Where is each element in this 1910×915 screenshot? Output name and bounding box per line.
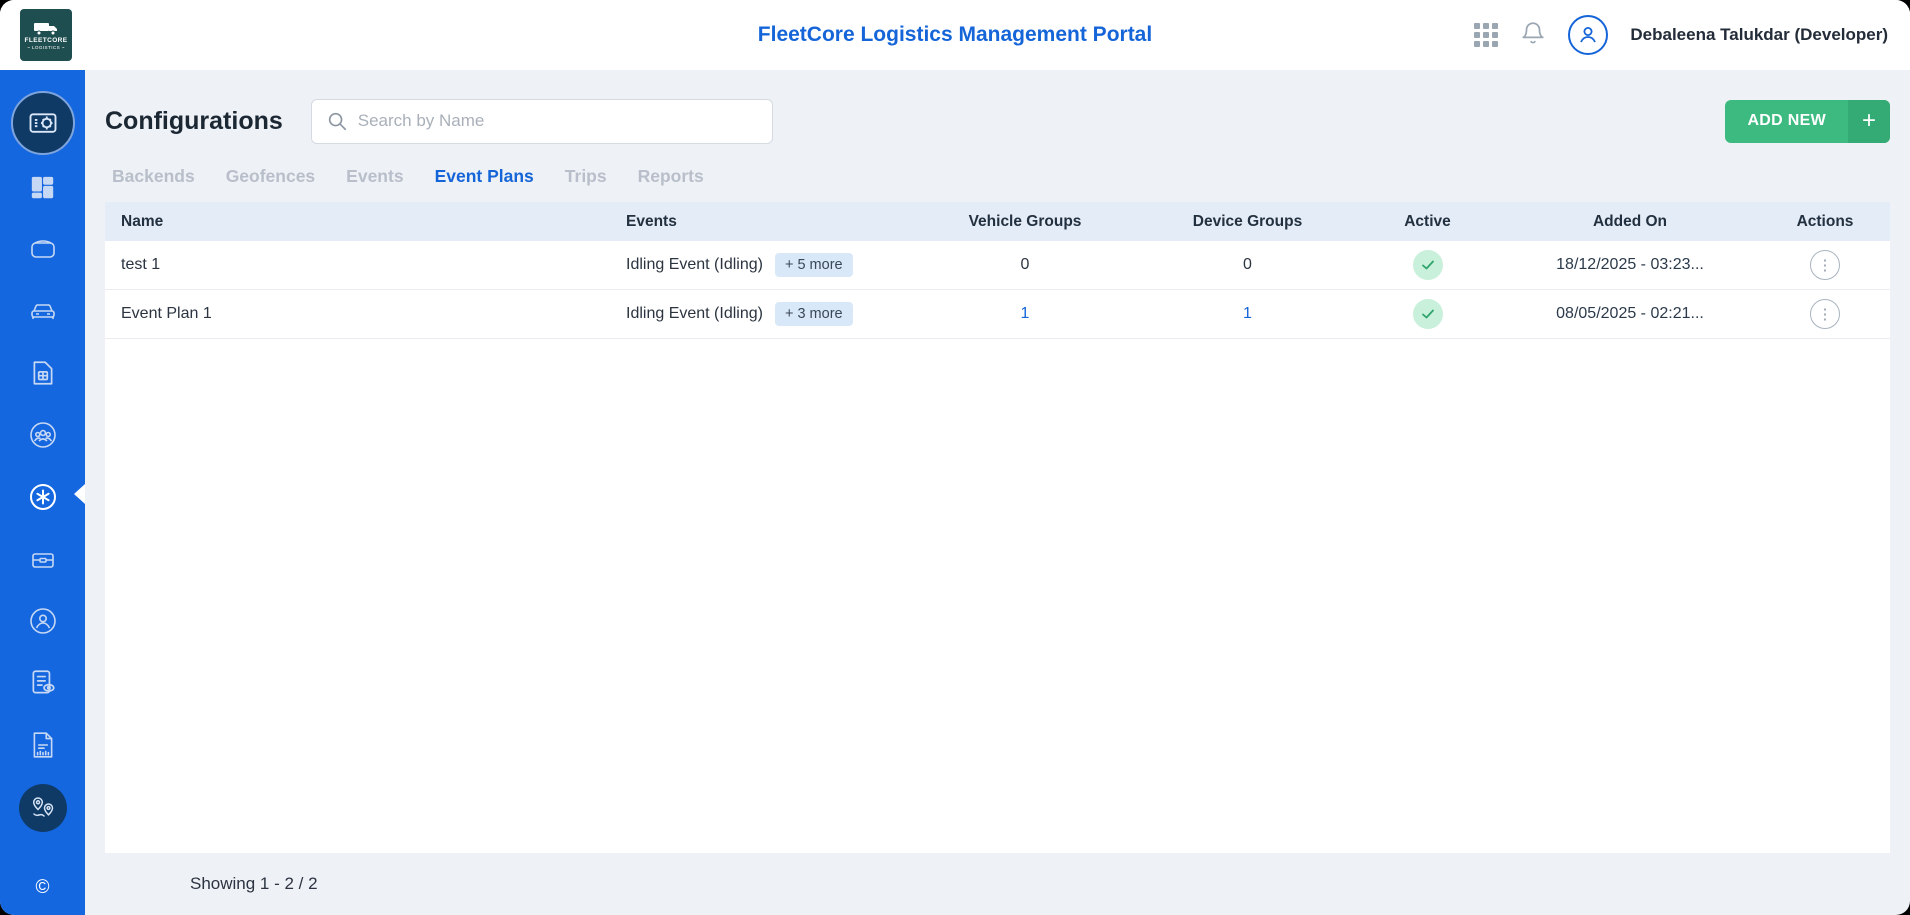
column-header-device-groups: Device Groups	[1140, 213, 1355, 231]
tab-geofences[interactable]: Geofences	[226, 166, 315, 187]
more-events-badge[interactable]: + 5 more	[775, 253, 853, 277]
tab-trips[interactable]: Trips	[565, 166, 607, 187]
row-active	[1355, 250, 1500, 280]
controls-row: Configurations ADD NEW +	[105, 98, 1890, 144]
column-header-events: Events	[610, 213, 910, 231]
sidebar-item-user-groups[interactable]	[28, 420, 58, 450]
row-added-on: 18/12/2025 - 03:23...	[1500, 256, 1760, 274]
search-icon	[326, 110, 348, 132]
toolbox-icon	[29, 546, 57, 572]
document-eye-icon	[29, 668, 57, 698]
sidebar-item-vehicles[interactable]	[29, 296, 57, 326]
search-box[interactable]	[311, 99, 773, 144]
row-name: Event Plan 1	[105, 305, 610, 323]
row-actions: ⋮	[1760, 250, 1890, 280]
row-actions: ⋮	[1760, 299, 1890, 329]
sidebar-item-dashboard[interactable]	[29, 172, 56, 202]
logo-text: FLEETCORE	[25, 37, 68, 44]
page-title: Configurations	[105, 107, 283, 136]
column-header-added-on: Added On	[1500, 213, 1760, 231]
tab-bar: Backends Geofences Events Event Plans Tr…	[112, 166, 1890, 187]
row-added-on: 08/05/2025 - 02:21...	[1500, 305, 1760, 323]
row-events: Idling Event (Idling) + 3 more	[610, 302, 910, 326]
device-box-icon	[29, 237, 57, 261]
active-check-icon	[1413, 299, 1443, 329]
top-header: FLEETCORE ~ LOGISTICS ~ FleetCore Logist…	[0, 0, 1910, 70]
event-label: Idling Event (Idling)	[626, 256, 763, 274]
sidebar-item-report-view[interactable]	[29, 668, 57, 698]
user-name[interactable]: Debaleena Talukdar (Developer)	[1630, 25, 1888, 45]
sidebar-item-devices[interactable]	[29, 234, 57, 264]
table-empty-area	[105, 339, 1890, 853]
sidebar-item-settings-hub[interactable]	[28, 482, 58, 512]
dashboard-icon	[29, 174, 56, 201]
row-events: Idling Event (Idling) + 5 more	[610, 253, 910, 277]
tab-event-plans[interactable]: Event Plans	[435, 166, 534, 187]
add-new-label: ADD NEW	[1725, 100, 1848, 143]
row-device-groups-link[interactable]: 1	[1140, 305, 1355, 323]
user-avatar[interactable]	[1568, 15, 1608, 55]
company-logo[interactable]: FLEETCORE ~ LOGISTICS ~	[20, 9, 72, 61]
main-content: Configurations ADD NEW + Backends Geofen…	[85, 70, 1910, 915]
more-events-badge[interactable]: + 3 more	[775, 302, 853, 326]
apps-grid-icon[interactable]	[1474, 23, 1498, 47]
sidebar-item-documents[interactable]	[30, 730, 56, 760]
plus-icon: +	[1848, 100, 1890, 143]
sidebar-item-tracking[interactable]	[19, 784, 67, 832]
sidebar: ©	[0, 70, 85, 915]
sidebar-item-sim-cards[interactable]	[31, 358, 55, 388]
table-footer: Showing 1 - 2 / 2	[85, 853, 1910, 915]
column-header-name: Name	[105, 213, 610, 231]
active-item-pointer	[74, 484, 85, 504]
row-device-groups: 0	[1140, 256, 1355, 274]
row-vehicle-groups-link[interactable]: 1	[910, 305, 1140, 323]
table-row[interactable]: test 1 Idling Event (Idling) + 5 more 0 …	[105, 241, 1890, 290]
copyright-icon[interactable]: ©	[36, 877, 50, 899]
sidebar-item-configurations[interactable]	[11, 91, 75, 155]
users-group-icon	[28, 420, 58, 450]
column-header-actions: Actions	[1760, 213, 1890, 231]
car-icon	[29, 298, 57, 324]
table-row[interactable]: Event Plan 1 Idling Event (Idling) + 3 m…	[105, 290, 1890, 339]
person-icon	[1576, 23, 1600, 47]
app-window: FLEETCORE ~ LOGISTICS ~ FleetCore Logist…	[0, 0, 1910, 915]
event-label: Idling Event (Idling)	[626, 305, 763, 323]
column-header-active: Active	[1355, 213, 1500, 231]
row-vehicle-groups: 0	[910, 256, 1140, 274]
row-actions-menu-icon[interactable]: ⋮	[1810, 299, 1840, 329]
tab-reports[interactable]: Reports	[638, 166, 704, 187]
tab-backends[interactable]: Backends	[112, 166, 195, 187]
truck-icon	[33, 21, 59, 36]
account-search-icon	[28, 606, 58, 636]
pagination-summary: Showing 1 - 2 / 2	[190, 874, 318, 894]
row-name: test 1	[105, 256, 610, 274]
column-header-vehicle-groups: Vehicle Groups	[910, 213, 1140, 231]
sidebar-item-accounts[interactable]	[28, 606, 58, 636]
active-check-icon	[1413, 250, 1443, 280]
location-pins-icon	[28, 794, 58, 822]
tab-events[interactable]: Events	[346, 166, 403, 187]
table-header-row: Name Events Vehicle Groups Device Groups…	[105, 202, 1890, 241]
row-actions-menu-icon[interactable]: ⋮	[1810, 250, 1840, 280]
config-panel-icon	[28, 108, 58, 138]
logo-subtext: ~ LOGISTICS ~	[27, 45, 65, 50]
sidebar-item-toolbox[interactable]	[29, 544, 57, 574]
asterisk-circle-icon	[28, 482, 58, 512]
event-plans-table: Name Events Vehicle Groups Device Groups…	[105, 202, 1890, 853]
header-actions: Debaleena Talukdar (Developer)	[1474, 15, 1910, 55]
document-icon	[30, 731, 56, 759]
notifications-bell-icon[interactable]	[1520, 20, 1546, 51]
add-new-button[interactable]: ADD NEW +	[1725, 100, 1890, 143]
search-input[interactable]	[358, 111, 758, 131]
row-active	[1355, 299, 1500, 329]
sim-card-icon	[31, 359, 55, 387]
